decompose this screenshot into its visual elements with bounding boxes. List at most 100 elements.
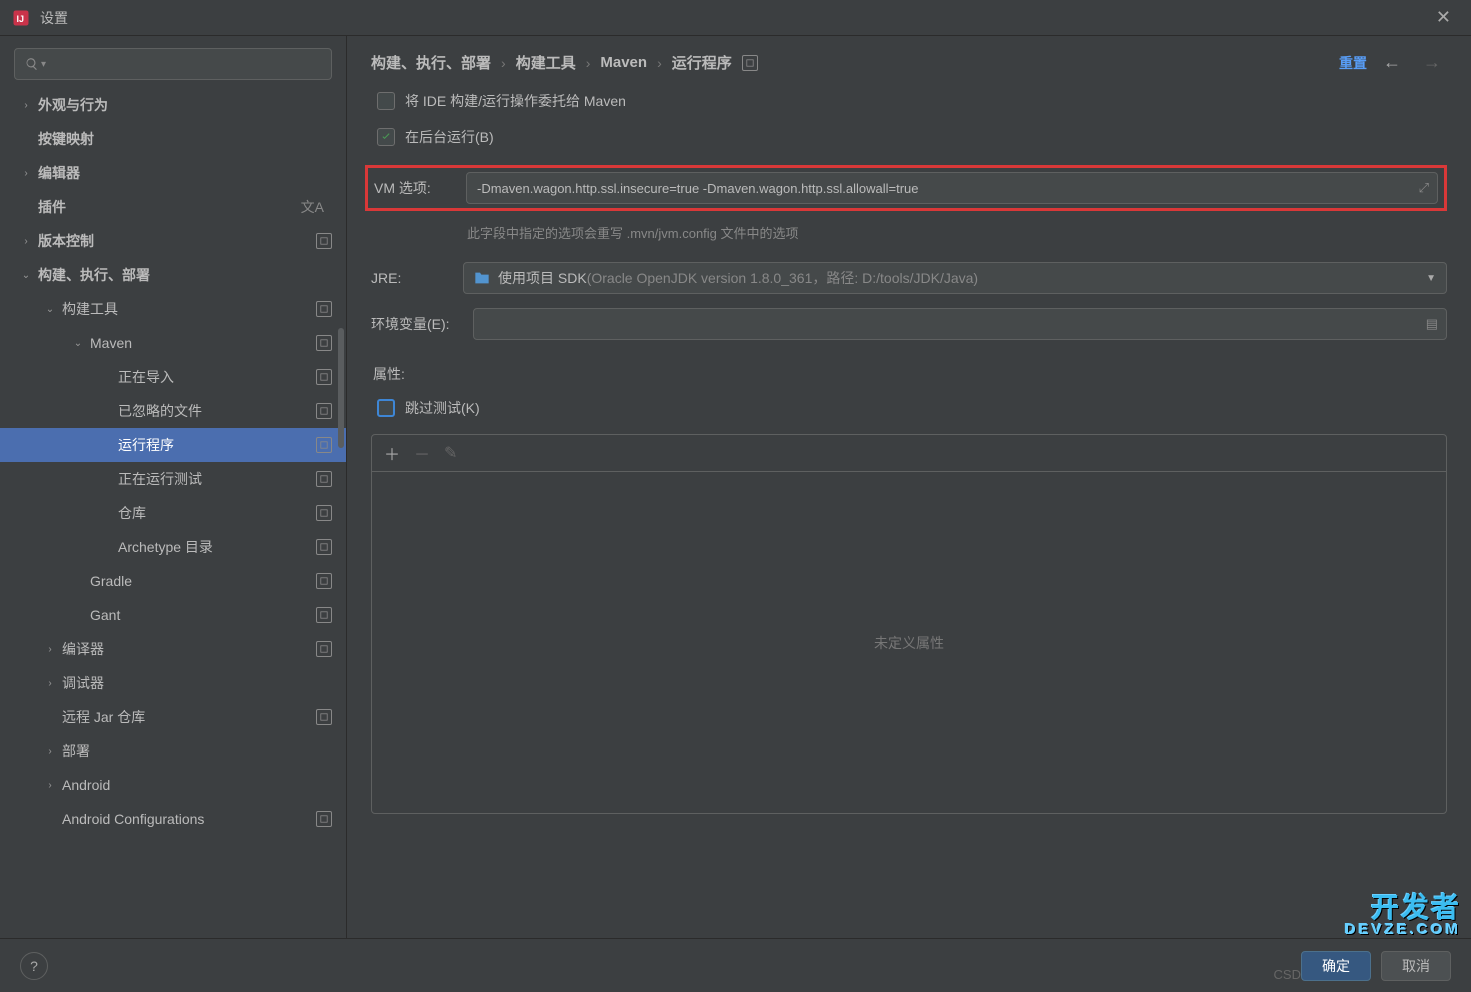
- vm-label: VM 选项:: [374, 178, 454, 198]
- arrow-icon: ⌄: [44, 304, 56, 315]
- sidebar-item-21[interactable]: Android Configurations: [0, 802, 346, 836]
- remove-icon: －: [414, 441, 430, 465]
- project-scope-icon: [316, 539, 332, 555]
- sidebar-item-label: 运行程序: [118, 435, 316, 455]
- scrollbar[interactable]: [338, 328, 344, 448]
- help-button[interactable]: ?: [20, 952, 48, 980]
- project-scope-icon: [316, 573, 332, 589]
- settings-tree: ›外观与行为按键映射›编辑器插件文A›版本控制⌄构建、执行、部署⌄构建工具⌄Ma…: [0, 88, 346, 938]
- crumb-2[interactable]: Maven: [600, 54, 647, 71]
- jre-label: JRE:: [371, 270, 451, 286]
- sidebar-item-5[interactable]: ⌄ 构建、执行、部署: [0, 258, 346, 292]
- sidebar-item-3[interactable]: 插件文A: [0, 190, 346, 224]
- language-icon: 文A: [301, 197, 324, 217]
- sidebar-item-13[interactable]: Archetype 目录: [0, 530, 346, 564]
- arrow-icon: ›: [20, 236, 32, 247]
- highlight-box: VM 选项: -Dmaven.wagon.http.ssl.insecure=t…: [365, 165, 1447, 211]
- expand-icon[interactable]: ⤢: [1419, 180, 1429, 196]
- project-scope-icon: [316, 709, 332, 725]
- arrow-icon: ›: [44, 644, 56, 655]
- sidebar-item-14[interactable]: Gradle: [0, 564, 346, 598]
- sidebar-item-4[interactable]: › 版本控制: [0, 224, 346, 258]
- jre-prefix: 使用项目 SDK: [498, 268, 587, 288]
- sidebar-item-label: 编译器: [62, 639, 316, 659]
- crumb-0[interactable]: 构建、执行、部署: [371, 52, 491, 73]
- sidebar-item-16[interactable]: › 编译器: [0, 632, 346, 666]
- sidebar-item-label: Archetype 目录: [118, 537, 316, 557]
- forward-icon: →: [1417, 52, 1447, 73]
- sidebar-item-8[interactable]: 正在导入: [0, 360, 346, 394]
- arrow-icon: ›: [20, 100, 32, 111]
- vm-options-value: -Dmaven.wagon.http.ssl.insecure=true -Dm…: [477, 181, 919, 196]
- list-icon[interactable]: ▤: [1426, 316, 1438, 332]
- properties-empty-text: 未定义属性: [372, 472, 1446, 813]
- add-icon[interactable]: ＋: [384, 441, 400, 465]
- jre-dropdown[interactable]: 使用项目 SDK (Oracle OpenJDK version 1.8.0_3…: [463, 262, 1447, 294]
- sidebar-item-label: 调试器: [62, 673, 332, 693]
- ok-button[interactable]: 确定: [1301, 951, 1371, 981]
- vm-helper-text: 此字段中指定的选项会重写 .mvn/jvm.config 文件中的选项: [467, 223, 1447, 242]
- vm-options-input[interactable]: -Dmaven.wagon.http.ssl.insecure=true -Dm…: [466, 172, 1438, 204]
- reset-button[interactable]: 重置: [1339, 53, 1367, 73]
- sidebar-item-7[interactable]: ⌄Maven: [0, 326, 346, 360]
- sidebar-item-1[interactable]: 按键映射: [0, 122, 346, 156]
- arrow-icon: ›: [44, 746, 56, 757]
- chevron-down-icon: ▼: [1426, 273, 1436, 284]
- breadcrumb: 构建、执行、部署› 构建工具› Maven› 运行程序 重置 ← →: [371, 52, 1447, 73]
- svg-text:IJ: IJ: [17, 13, 25, 23]
- project-scope-icon: [316, 437, 332, 453]
- project-scope-icon: [316, 811, 332, 827]
- project-scope-icon: [316, 641, 332, 657]
- skip-tests-checkbox[interactable]: [377, 399, 395, 417]
- sidebar-item-label: Gant: [90, 607, 316, 623]
- sidebar-item-10[interactable]: 运行程序: [0, 428, 346, 462]
- sidebar-item-15[interactable]: Gant: [0, 598, 346, 632]
- cancel-button[interactable]: 取消: [1381, 951, 1451, 981]
- arrow-icon: ⌄: [20, 270, 32, 281]
- search-input[interactable]: ▾: [14, 48, 332, 80]
- crumb-1[interactable]: 构建工具: [516, 52, 576, 73]
- sidebar-item-label: 构建、执行、部署: [38, 265, 332, 285]
- dialog-footer: ? 确定 取消: [0, 938, 1471, 992]
- arrow-icon: ›: [20, 168, 32, 179]
- sidebar-item-label: Android Configurations: [62, 811, 316, 827]
- sidebar-item-label: Gradle: [90, 573, 316, 589]
- properties-toolbar: ＋ － ✎: [372, 435, 1446, 472]
- sidebar-item-11[interactable]: 正在运行测试: [0, 462, 346, 496]
- arrow-icon: ›: [44, 678, 56, 689]
- sidebar-item-9[interactable]: 已忽略的文件: [0, 394, 346, 428]
- project-scope-icon: [316, 607, 332, 623]
- back-icon[interactable]: ←: [1377, 52, 1407, 73]
- sidebar-item-label: 远程 Jar 仓库: [62, 707, 316, 727]
- env-input[interactable]: ▤: [473, 308, 1447, 340]
- sidebar-item-label: Maven: [90, 335, 316, 351]
- sidebar-item-label: 正在导入: [118, 367, 316, 387]
- csdn-watermark: CSD: [1274, 967, 1301, 982]
- window-title: 设置: [40, 8, 1428, 28]
- sidebar-item-label: 版本控制: [38, 231, 316, 251]
- project-scope-icon: [316, 301, 332, 317]
- sidebar-item-6[interactable]: ⌄ 构建工具: [0, 292, 346, 326]
- sidebar-item-20[interactable]: ›Android: [0, 768, 346, 802]
- delegate-checkbox[interactable]: [377, 92, 395, 110]
- sidebar-item-19[interactable]: › 部署: [0, 734, 346, 768]
- project-scope-icon: [316, 471, 332, 487]
- search-icon: [25, 57, 39, 71]
- sidebar-item-label: 插件: [38, 197, 301, 217]
- edit-icon: ✎: [444, 443, 457, 463]
- delegate-label: 将 IDE 构建/运行操作委托给 Maven: [405, 91, 626, 111]
- sidebar-item-2[interactable]: ›编辑器: [0, 156, 346, 190]
- sidebar-item-0[interactable]: ›外观与行为: [0, 88, 346, 122]
- sidebar-item-label: 按键映射: [38, 129, 332, 149]
- devze-watermark: 开发者 DEVZE.COM: [1345, 893, 1461, 938]
- sidebar-item-18[interactable]: 远程 Jar 仓库: [0, 700, 346, 734]
- settings-content: 构建、执行、部署› 构建工具› Maven› 运行程序 重置 ← → 将 IDE…: [347, 36, 1471, 938]
- sidebar-item-17[interactable]: › 调试器: [0, 666, 346, 700]
- sidebar-item-12[interactable]: 仓库: [0, 496, 346, 530]
- sidebar-item-label: 部署: [62, 741, 332, 761]
- crumb-3[interactable]: 运行程序: [672, 52, 732, 73]
- arrow-icon: ›: [44, 780, 56, 791]
- background-checkbox[interactable]: [377, 128, 395, 146]
- close-icon[interactable]: ✕: [1428, 3, 1459, 32]
- sidebar-item-label: 构建工具: [62, 299, 316, 319]
